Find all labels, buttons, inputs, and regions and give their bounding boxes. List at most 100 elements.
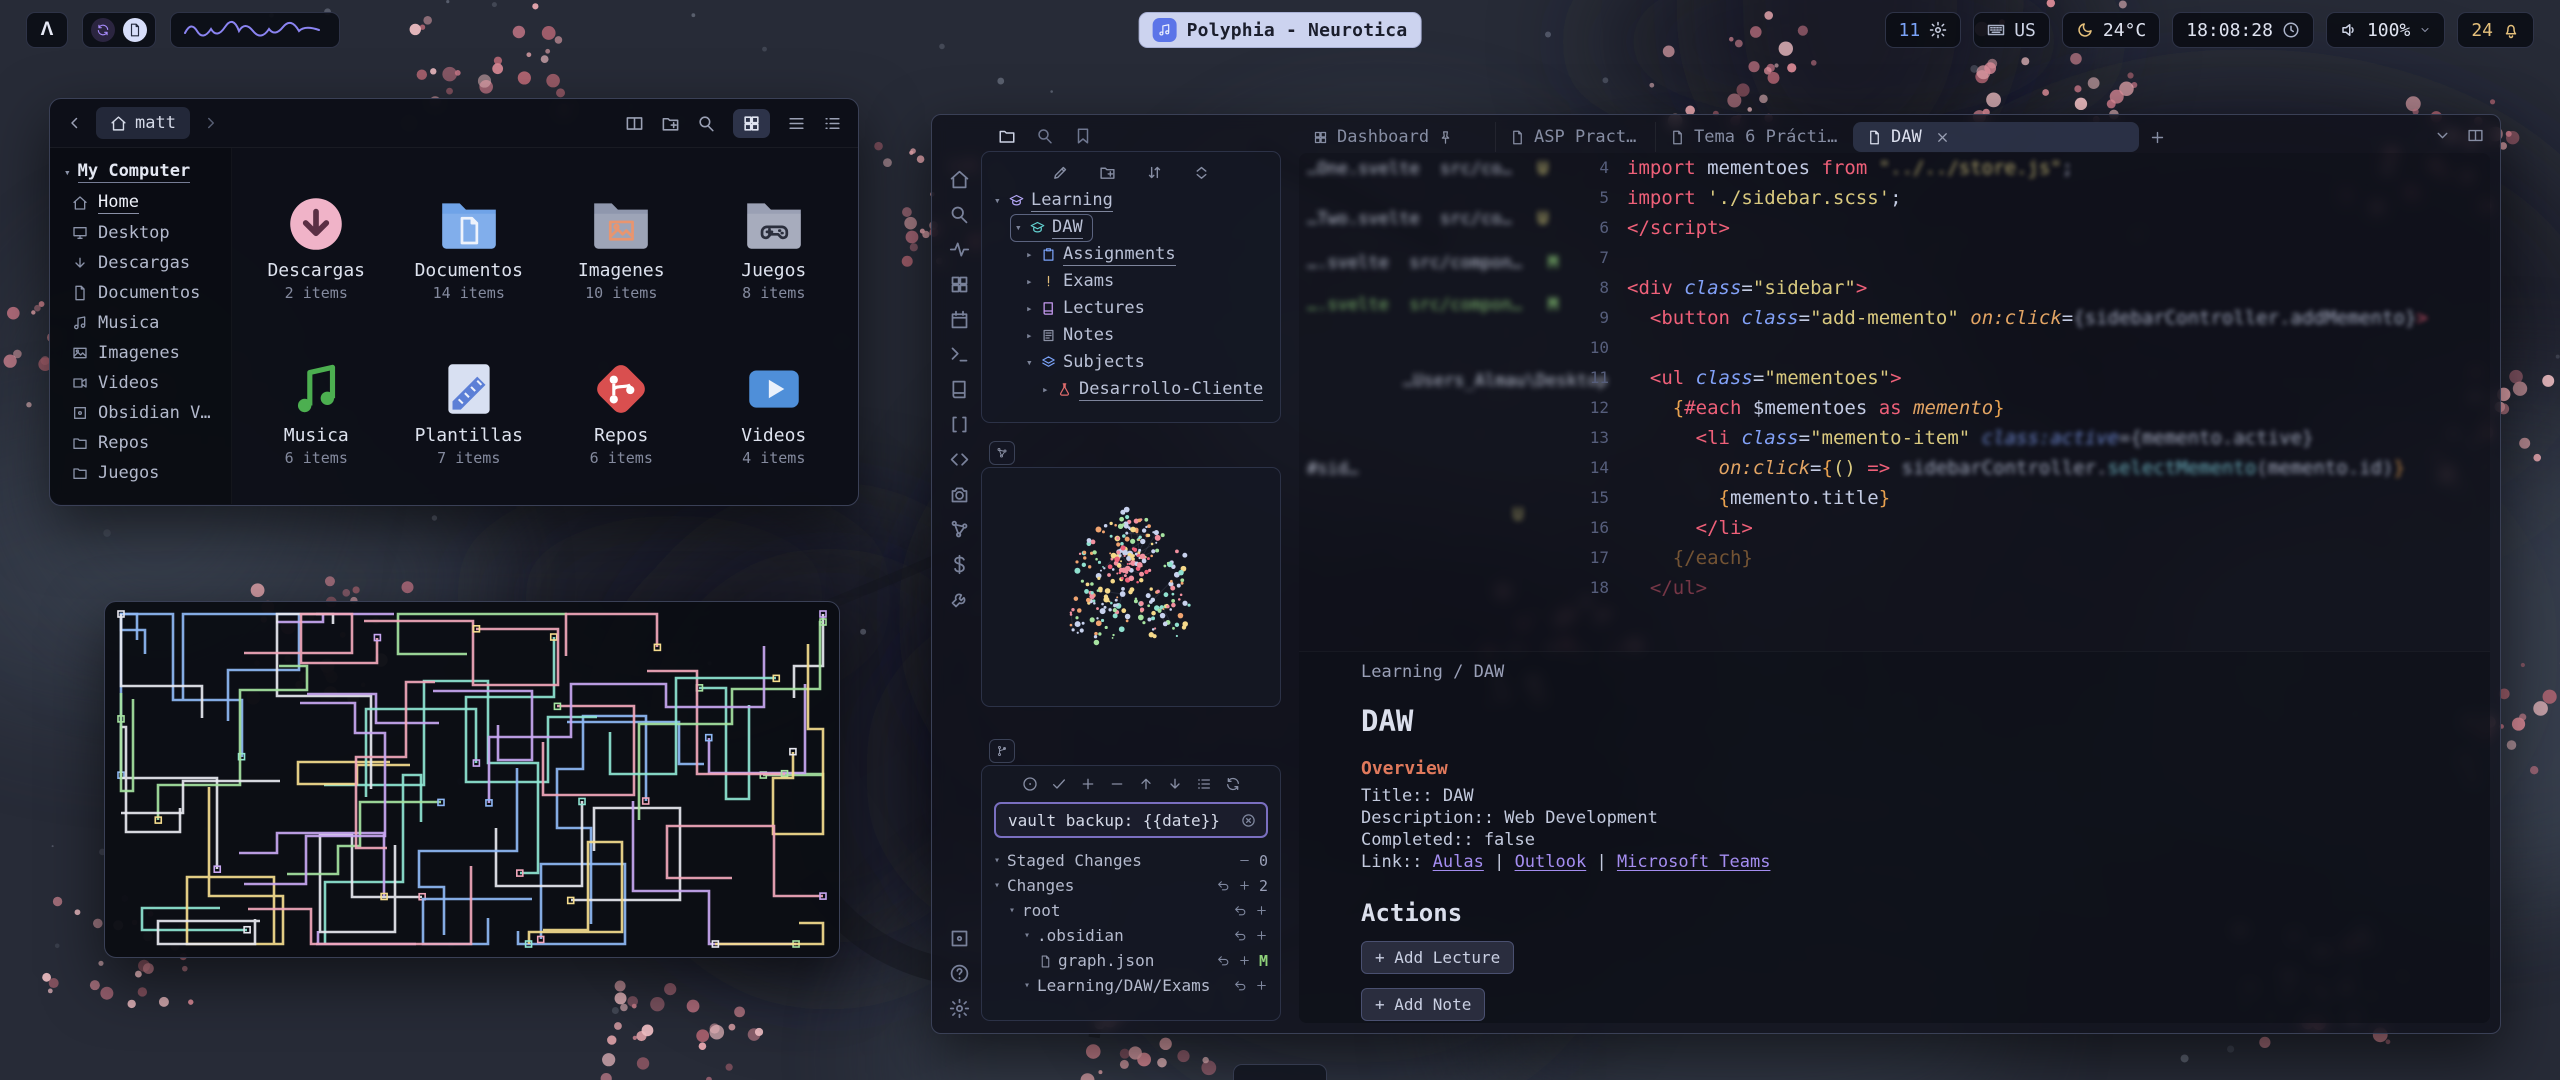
plus-icon[interactable] — [1238, 878, 1251, 893]
code-pane[interactable]: …One.svelte src/co…U…Two.svelte src/co…U… — [1299, 153, 2490, 651]
sidebar-item-obsidian-v-[interactable]: Obsidian V… — [50, 398, 231, 428]
git-refresh-icon[interactable] — [1225, 776, 1241, 792]
sidebar-item-home[interactable]: Home — [50, 188, 231, 218]
indicator-clock[interactable]: 18:08:28 — [2172, 12, 2314, 48]
search-icon[interactable] — [949, 204, 970, 225]
bookmark-pane-icon[interactable] — [1074, 127, 1092, 145]
dollar-icon[interactable] — [949, 554, 970, 575]
chevron-icon[interactable]: ▾ — [1009, 905, 1022, 916]
link-outlook[interactable]: Outlook — [1515, 852, 1587, 872]
folder-imagenes[interactable]: Imagenes10 items — [545, 164, 698, 329]
indicator-keyboard-layout[interactable]: US — [1973, 12, 2050, 48]
chevron-icon[interactable]: ▾ — [1026, 356, 1039, 369]
list-view-icon[interactable] — [787, 114, 806, 133]
plus-icon[interactable] — [1255, 928, 1268, 943]
tree-item-learning[interactable]: ▾Learning — [982, 187, 1280, 214]
clear-icon[interactable] — [1241, 813, 1256, 828]
undo-icon[interactable] — [1234, 903, 1247, 918]
home-icon[interactable] — [949, 169, 970, 190]
dice-icon[interactable] — [949, 274, 970, 295]
pulse-icon[interactable] — [949, 239, 970, 260]
indicator-weather[interactable]: 24°C — [2062, 12, 2160, 48]
link-microsoft-teams[interactable]: Microsoft Teams — [1617, 852, 1771, 872]
chevron-icon[interactable]: ▾ — [994, 855, 1007, 866]
sidebar-item-juegos[interactable]: Juegos — [50, 458, 231, 488]
chevron-icon[interactable]: ▾ — [994, 194, 1007, 207]
brackets-icon[interactable] — [949, 414, 970, 435]
wrench-icon[interactable] — [949, 589, 970, 610]
close-icon[interactable] — [1935, 130, 1950, 145]
chevron-icon[interactable]: ▸ — [1026, 302, 1039, 315]
git-list-icon[interactable] — [1196, 776, 1212, 792]
git-downloadic-icon[interactable] — [1167, 776, 1183, 792]
folder-descargas[interactable]: Descargas2 items — [240, 164, 393, 329]
vaultbox-icon[interactable] — [949, 928, 970, 949]
plus-icon[interactable] — [1238, 953, 1251, 968]
graphic-icon[interactable] — [949, 519, 970, 540]
book-icon[interactable] — [949, 379, 970, 400]
folder-pane-icon[interactable] — [998, 127, 1016, 145]
tree-item-notes[interactable]: ▸Notes — [982, 322, 1280, 349]
git-row-root[interactable]: ▾root — [982, 898, 1280, 923]
launcher-button[interactable]: Λ — [26, 12, 68, 48]
plus-icon[interactable] — [1255, 978, 1268, 993]
forward-icon[interactable] — [202, 114, 220, 132]
folderplus-icon[interactable] — [1099, 164, 1116, 181]
new-tab-icon[interactable] — [2149, 129, 2166, 146]
chevron-icon[interactable]: ▸ — [1026, 275, 1039, 288]
tree-item-exams[interactable]: ▸Exams — [982, 268, 1280, 295]
chevron-icon[interactable]: ▾ — [1024, 930, 1037, 941]
git-minus-icon[interactable] — [1109, 776, 1125, 792]
menu-icon[interactable] — [823, 114, 842, 133]
git-upload-icon[interactable] — [1138, 776, 1154, 792]
undo-icon[interactable] — [1234, 928, 1247, 943]
sidebar-item-videos[interactable]: Videos — [50, 368, 231, 398]
git-circledot-icon[interactable] — [1022, 776, 1038, 792]
dock-handle[interactable] — [1233, 1064, 1327, 1080]
camera-icon[interactable] — [949, 484, 970, 505]
git-check-icon[interactable] — [1051, 776, 1067, 792]
terminal-icon[interactable] — [949, 344, 970, 365]
indicator-workspaces[interactable]: 11 — [1885, 12, 1962, 48]
split-icon[interactable] — [2467, 127, 2484, 144]
sidebar-item-imagenes[interactable]: Imagenes — [50, 338, 231, 368]
chevron-icon[interactable]: ▸ — [1026, 329, 1039, 342]
button--add-lecture[interactable]: + Add Lecture — [1361, 941, 1514, 974]
git-row-graph-json[interactable]: graph.jsonM — [982, 948, 1280, 973]
chevron-icon[interactable]: ▸ — [1042, 383, 1055, 396]
search-pane-icon[interactable] — [1036, 127, 1054, 145]
tab-asp-practice-6[interactable]: ASP Practice 6 — [1495, 122, 1655, 152]
collapse-icon[interactable] — [1193, 164, 1210, 181]
folder-musica[interactable]: Musica6 items — [240, 329, 393, 494]
indicator-volume[interactable]: 100% — [2326, 12, 2445, 48]
breadcrumb[interactable]: matt — [96, 107, 190, 139]
undo-icon[interactable] — [1234, 978, 1247, 993]
git-row-changes[interactable]: ▾Changes2 — [982, 873, 1280, 898]
git-plus-icon[interactable] — [1080, 776, 1096, 792]
tab-daw[interactable]: DAW — [1853, 122, 2139, 152]
sidebar-item-descargas[interactable]: Descargas — [50, 248, 231, 278]
folder-repos[interactable]: Repos6 items — [545, 329, 698, 494]
undo-icon[interactable] — [1217, 878, 1230, 893]
now-playing-widget[interactable]: Polyphia - Neurotica — [1139, 12, 1422, 48]
tab-tema-6-pr-cticas-[interactable]: Tema 6 Prácticas -… — [1655, 122, 1853, 152]
folder-plantillas[interactable]: Plantillas7 items — [393, 329, 546, 494]
new-pane-icon[interactable] — [625, 114, 644, 133]
sort-icon[interactable] — [1146, 164, 1163, 181]
chevron-icon[interactable]: ▸ — [1026, 248, 1039, 261]
back-icon[interactable] — [66, 114, 84, 132]
sidebar-item-musica[interactable]: Musica — [50, 308, 231, 338]
sidebar-item-repos[interactable]: Repos — [50, 428, 231, 458]
link-aulas[interactable]: Aulas — [1433, 852, 1484, 872]
pencil-icon[interactable] — [1052, 164, 1069, 181]
tab-dashboard[interactable]: Dashboard — [1299, 122, 1495, 152]
git-row-staged-changes[interactable]: ▾Staged Changes0 — [982, 848, 1280, 873]
search-icon[interactable] — [697, 114, 716, 133]
tree-item-daw[interactable]: ▾DAW — [982, 214, 1280, 241]
plus-icon[interactable] — [1255, 903, 1268, 918]
git-pane-icon[interactable] — [989, 739, 1015, 763]
graph-canvas[interactable] — [982, 468, 1280, 706]
chevron-icon[interactable]: ▾ — [1015, 221, 1028, 234]
indicator-notifications[interactable]: 24 — [2457, 12, 2534, 48]
new-folder-icon[interactable] — [661, 114, 680, 133]
